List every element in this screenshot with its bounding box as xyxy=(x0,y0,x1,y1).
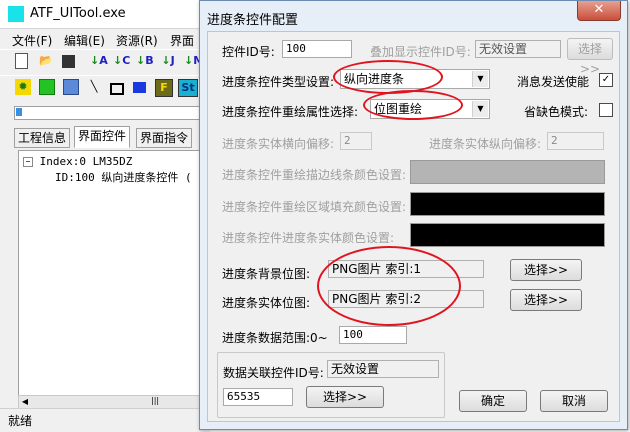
status-bar: 就绪 xyxy=(0,408,210,432)
highlight-oval-type xyxy=(333,60,443,94)
tab-ui-commands[interactable]: 界面指令 xyxy=(136,128,193,148)
tree-root-label: Index:0 LM35DZ xyxy=(39,155,133,168)
dialog-client-area: 控件ID号: 100 叠加显示控件ID号: 无效设置 选择>> 进度条控件类型设… xyxy=(207,31,620,422)
menu-file[interactable]: 文件(F) xyxy=(12,32,52,49)
msg-send-checkbox[interactable]: ✓ xyxy=(599,73,613,87)
arrow-b-icon[interactable]: ↓B xyxy=(136,53,154,69)
bg-bitmap-label: 进度条背景位图: xyxy=(222,267,311,281)
link-id-label: 数据关联控件ID号: xyxy=(223,366,324,380)
overlay-id-value: 无效设置 xyxy=(475,40,561,58)
highlight-oval-redraw xyxy=(363,90,463,120)
type-label: 进度条控件类型设置: xyxy=(222,75,335,89)
filled-rect-icon[interactable] xyxy=(133,82,146,93)
bg-bitmap-select-button[interactable]: 选择>> xyxy=(510,259,582,281)
tab-project-info[interactable]: 工程信息 xyxy=(14,128,71,148)
cancel-button[interactable]: 取消 xyxy=(540,390,608,412)
menu-bar: 文件(F) 编辑(E) 资源(R) 界面 xyxy=(0,29,210,48)
border-color-label: 进度条控件重绘描边线条颜色设置: xyxy=(222,168,407,182)
save-icon[interactable] xyxy=(62,55,75,68)
control-tree: − Index:0 LM35DZ ID:100 纵向进度条控件 ( xyxy=(18,150,212,397)
app-icon xyxy=(8,6,24,22)
main-progress-fill xyxy=(16,108,22,116)
link-select-button[interactable]: 选择>> xyxy=(306,386,384,408)
st-icon[interactable]: St xyxy=(178,79,198,97)
link-id-value: 无效设置 xyxy=(327,360,439,378)
status-text: 就绪 xyxy=(8,414,33,428)
new-file-icon[interactable] xyxy=(15,53,28,69)
tab-ui-controls[interactable]: 界面控件 xyxy=(74,126,131,148)
main-progress-bar xyxy=(14,106,206,120)
control-id-label: 控件ID号: xyxy=(222,45,275,59)
arrow-j-icon[interactable]: ↓J xyxy=(160,53,176,69)
overlay-id-label: 叠加显示控件ID号: xyxy=(370,45,471,59)
tree-collapse-icon[interactable]: − xyxy=(23,157,33,167)
tree-node-root[interactable]: − Index:0 LM35DZ xyxy=(23,155,132,168)
border-color-swatch[interactable] xyxy=(410,160,605,184)
fill-color-label: 进度条控件重绘区域填充颜色设置: xyxy=(222,200,407,214)
ok-button[interactable]: 确定 xyxy=(459,390,527,412)
default-color-label: 省缺色模式: xyxy=(524,105,589,119)
main-window: ATF_UITool.exe 文件(F) 编辑(E) 资源(R) 界面 📂 ↓A… xyxy=(0,0,212,432)
redraw-label: 进度条控件重绘属性选择: xyxy=(222,105,359,119)
line-icon[interactable]: ╲ xyxy=(86,79,102,95)
green-square-icon[interactable] xyxy=(39,79,55,95)
overlay-select-button[interactable]: 选择>> xyxy=(567,38,613,76)
menu-edit[interactable]: 编辑(E) xyxy=(64,32,105,49)
default-color-checkbox[interactable] xyxy=(599,103,613,117)
menu-interface[interactable]: 界面 xyxy=(170,32,194,49)
main-window-title: ATF_UITool.exe xyxy=(30,6,126,21)
v-offset-label: 进度条实体纵向偏移: xyxy=(429,137,542,151)
chevron-down-icon[interactable]: ▼ xyxy=(472,71,488,87)
arrow-m-icon[interactable]: ↓M xyxy=(184,53,204,69)
entity-bitmap-label: 进度条实体位图: xyxy=(222,296,311,310)
chevron-down-icon[interactable]: ▼ xyxy=(472,101,488,117)
toolbar-row-2: ✹ ╲ F St xyxy=(0,75,210,100)
sun-icon[interactable]: ✹ xyxy=(15,79,31,95)
link-id-number-input[interactable]: 65535 xyxy=(223,388,293,406)
fill-color-swatch[interactable] xyxy=(410,192,605,216)
entity-color-swatch[interactable] xyxy=(410,223,605,247)
toolbar-row-1: 📂 ↓A ↓C ↓B ↓J ↓M xyxy=(0,49,210,74)
rectangle-icon[interactable] xyxy=(110,83,124,95)
h-offset-input[interactable]: 2 xyxy=(340,132,372,150)
arrow-c-icon[interactable]: ↓C xyxy=(113,53,130,69)
entity-bitmap-select-button[interactable]: 选择>> xyxy=(510,289,582,311)
scroll-grip-icon[interactable]: ||| xyxy=(151,396,159,405)
msg-send-label: 消息发送使能 xyxy=(517,75,590,89)
v-offset-input[interactable]: 2 xyxy=(547,132,604,150)
close-button[interactable]: ✕ xyxy=(577,1,621,21)
progress-config-dialog: 进度条控件配置 ✕ 控件ID号: 100 叠加显示控件ID号: 无效设置 选择>… xyxy=(199,0,628,430)
tree-child-label: ID:100 纵向进度条控件 ( xyxy=(55,171,192,184)
h-offset-label: 进度条实体横向偏移: xyxy=(222,137,335,151)
range-input[interactable]: 100 xyxy=(339,326,407,344)
highlight-oval-bitmaps xyxy=(317,246,461,326)
picture-icon[interactable] xyxy=(63,79,79,95)
panel-tabs: 工程信息 界面控件 界面指令 xyxy=(14,126,210,148)
menu-resource[interactable]: 资源(R) xyxy=(116,32,158,49)
dialog-title: 进度条控件配置 xyxy=(207,13,299,28)
main-title-bar: ATF_UITool.exe xyxy=(0,0,210,29)
tree-node-child[interactable]: ID:100 纵向进度条控件 ( xyxy=(55,169,192,185)
entity-color-label: 进度条控件进度条实体颜色设置: xyxy=(222,231,395,245)
open-folder-icon[interactable]: 📂 xyxy=(38,53,54,69)
arrow-a-icon[interactable]: ↓A xyxy=(90,53,108,69)
tree-horizontal-scrollbar[interactable]: ◀ ||| xyxy=(18,395,212,409)
range-label: 进度条数据范围:0~ xyxy=(222,331,328,345)
control-id-input[interactable]: 100 xyxy=(282,40,352,58)
scroll-left-icon[interactable]: ◀ xyxy=(19,396,31,408)
f-icon[interactable]: F xyxy=(155,79,173,97)
